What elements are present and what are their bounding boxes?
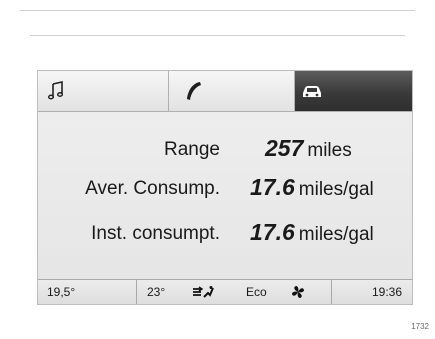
range-label: Range xyxy=(164,139,220,160)
range-value-group: 257 miles xyxy=(265,135,352,162)
clock: 19:36 xyxy=(371,285,402,299)
range-value: 257 xyxy=(265,135,304,161)
avg-consumption-value: 17.6 xyxy=(250,174,295,200)
avg-consumption-label: Aver. Consump. xyxy=(85,178,220,199)
range-unit: miles xyxy=(307,140,352,161)
inst-consumption-row: Inst. consumpt. 17.6 miles/gal xyxy=(38,219,412,249)
inst-consumption-value-group: 17.6 miles/gal xyxy=(250,219,374,246)
status-bar: 19,5° 23° Eco 19:36 xyxy=(38,279,412,304)
car-icon xyxy=(303,86,321,97)
fan-icon xyxy=(292,286,304,298)
tab-vehicle[interactable] xyxy=(295,71,412,111)
status-climate-cell[interactable]: 23° Eco xyxy=(137,280,332,304)
temperature-right: 23° xyxy=(147,285,166,299)
temperature-left: 19,5° xyxy=(47,285,76,299)
inst-consumption-value: 17.6 xyxy=(250,219,295,245)
avg-consumption-unit: miles/gal xyxy=(298,179,374,200)
inst-consumption-label: Inst. consumpt. xyxy=(91,223,220,244)
eco-mode-label: Eco xyxy=(246,285,267,299)
tab-bar xyxy=(38,71,412,112)
air-distribution-icon xyxy=(193,286,214,298)
status-temp-left-cell[interactable]: 19,5° xyxy=(38,280,137,304)
status-clock-cell: 19:36 xyxy=(332,280,412,304)
range-row: Range 257 miles xyxy=(38,135,412,165)
tab-phone[interactable] xyxy=(169,71,295,111)
phone-icon xyxy=(187,82,201,100)
music-note-icon xyxy=(47,81,64,100)
bezel-line-upper xyxy=(30,35,405,36)
display-screen: Range 257 miles Aver. Consump. 17.6 miles/… xyxy=(37,70,413,305)
avg-consumption-row: Aver. Consump. 17.6 miles/gal xyxy=(38,174,412,204)
inst-consumption-unit: miles/gal xyxy=(298,224,374,245)
avg-consumption-value-group: 17.6 miles/gal xyxy=(250,174,374,201)
bezel-top-line xyxy=(20,10,415,11)
figure-id: 1732 xyxy=(411,322,429,331)
tab-audio[interactable] xyxy=(38,71,169,111)
